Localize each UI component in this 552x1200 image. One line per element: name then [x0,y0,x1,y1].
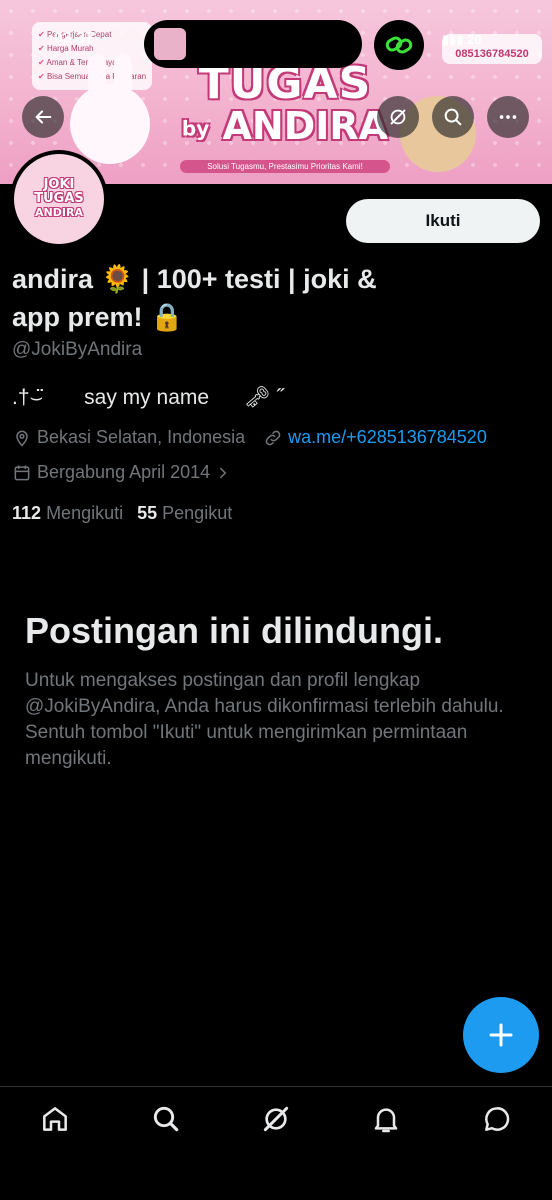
banner-title-name: ANDIRA [222,104,389,148]
link-icon [265,430,281,445]
banner-tagline: Solusi Tugasmu, Prestasimu Prioritas Kam… [180,160,390,173]
display-name-line2: app prem! 🔒 [12,302,184,332]
nav-grok[interactable] [252,1103,300,1151]
avatar-text-line3: ANDIRA [35,206,83,219]
follow-counts: 112 Mengikuti 55 Pengikut [12,503,232,524]
following-stat[interactable]: 112 Mengikuti [12,503,123,524]
grok-icon [263,1106,289,1132]
home-icon [43,1107,68,1131]
avatar[interactable]: JOKI TUGAS ANDIRA [10,150,108,248]
battery-level: 20 [467,32,482,47]
dynamic-island[interactable] [144,20,362,68]
search-button[interactable] [432,96,474,138]
joined-text: Bergabung April 2014 [37,462,211,482]
link-app-icon[interactable] [374,20,424,70]
arrow-left-icon [35,110,52,124]
display-name-line1: andira 🌻 | 100+ testi | joki & [12,264,377,294]
bunny-illustration [70,54,150,164]
avatar-text-line2: TUGAS [34,191,84,206]
nav-home[interactable] [31,1103,79,1151]
nav-messages[interactable] [473,1103,521,1151]
profile-meta-row: Bekasi Selatan, Indonesia wa.me/+6285136… [12,427,487,448]
chain-icon [385,36,413,54]
followers-label: Pengikut [162,503,233,523]
chat-icon [484,1107,509,1131]
plus-icon [489,1023,513,1047]
chevron-right-icon [220,467,227,478]
banner-title-by: by [181,116,210,141]
bell-icon [375,1108,398,1133]
bottom-navigation [0,1086,552,1200]
display-name: andira 🌻 | 100+ testi | joki & app prem!… [12,260,532,336]
nav-search[interactable] [142,1103,190,1151]
status-time: 03.37 [54,30,95,47]
protected-description: Untuk mengakses postingan dan profil len… [25,670,504,769]
grok-icon [390,109,406,125]
user-handle: @JokiByAndira [12,339,143,360]
banner-title-line2: by ANDIRA [180,106,390,149]
more-icon [499,115,517,119]
followers-count: 55 [137,503,158,523]
joined-row[interactable]: Bergabung April 2014 [12,462,237,483]
location-pin-icon [16,430,28,447]
protected-title: Postingan ini dilindungi. [25,610,443,651]
website-link[interactable]: wa.me/+6285136784520 [288,427,487,448]
location-text: Bekasi Selatan, Indonesia [37,427,246,447]
followers-stat[interactable]: 55 Pengikut [137,503,232,524]
calendar-icon [14,465,30,480]
back-button[interactable] [22,96,64,138]
following-count: 112 [12,503,42,523]
search-icon [153,1106,178,1132]
bio: .†⌣̈ say my name 🗝︎ ˝ [12,386,284,409]
follow-button[interactable]: Ikuti [346,199,540,243]
nav-notifications[interactable] [362,1103,410,1151]
more-button[interactable] [487,96,529,138]
media-thumbnail [154,28,186,60]
following-label: Mengikuti [46,503,124,523]
status-bar: 03.37 ▮▮▮ 20 [0,0,552,80]
search-icon [444,108,462,126]
avatar-image: JOKI TUGAS ANDIRA [14,154,104,244]
avatar-text-line1: JOKI [43,177,75,192]
compose-button[interactable] [463,997,539,1073]
grok-button[interactable] [377,96,419,138]
signal-icon: ▮▮▮ [442,32,468,47]
battery-indicator: ▮▮▮ 20 [442,32,482,48]
